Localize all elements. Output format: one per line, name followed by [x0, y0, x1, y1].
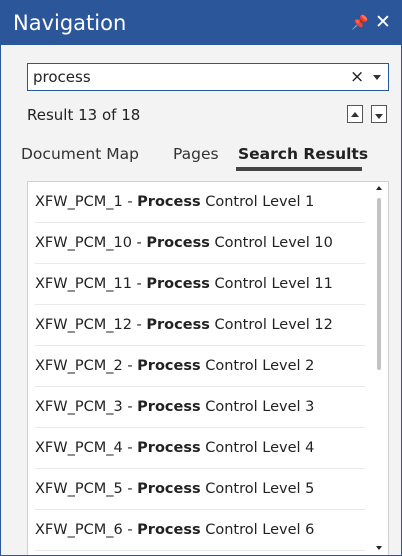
- result-prefix: XFW_PCM_12 -: [35, 317, 147, 333]
- tab-document-map[interactable]: Document Map: [21, 143, 139, 165]
- result-match: Process: [137, 194, 201, 210]
- search-input[interactable]: [33, 65, 333, 89]
- result-match: Process: [146, 235, 210, 251]
- list-item[interactable]: XFW_PCM_11 - Process Control Level 11: [35, 264, 365, 305]
- tab-search-results[interactable]: Search Results: [238, 143, 368, 165]
- tab-pages[interactable]: Pages: [173, 143, 219, 165]
- list-item[interactable]: XFW_PCM_12 - Process Control Level 12: [35, 305, 365, 346]
- result-suffix: Control Level 11: [209, 276, 333, 292]
- result-match: Process: [137, 399, 201, 415]
- result-suffix: Control Level 5: [200, 481, 315, 497]
- result-counter: Result 13 of 18: [27, 106, 141, 124]
- search-options-button[interactable]: [370, 67, 384, 87]
- list-item[interactable]: XFW_PCM_4 - Process Control Level 4: [35, 428, 365, 469]
- clear-search-icon[interactable]: ×: [350, 66, 364, 88]
- arrow-up-icon: [351, 112, 359, 117]
- scroll-up-arrow[interactable]: [376, 186, 382, 190]
- result-suffix: Control Level 2: [200, 358, 315, 374]
- result-prefix: XFW_PCM_3 -: [35, 399, 138, 415]
- previous-result-button[interactable]: [347, 105, 363, 123]
- result-match: Process: [137, 440, 201, 456]
- title-bar: Navigation 📌 ✕: [1, 1, 401, 45]
- result-suffix: Control Level 6: [200, 522, 315, 538]
- result-match: Process: [137, 358, 201, 374]
- next-result-button[interactable]: [371, 105, 387, 123]
- search-box: ×: [27, 63, 389, 91]
- chevron-down-icon: [373, 75, 381, 80]
- result-suffix: Control Level 12: [209, 317, 333, 333]
- list-item[interactable]: XFW_PCM_6 - Process Control Level 6: [35, 510, 365, 551]
- result-prefix: XFW_PCM_2 -: [35, 358, 138, 374]
- result-prefix: XFW_PCM_11 -: [35, 276, 147, 292]
- close-icon[interactable]: ✕: [375, 11, 391, 33]
- result-prefix: XFW_PCM_1 -: [35, 194, 138, 210]
- search-results-list: XFW_PCM_1 - Process Control Level 1 XFW_…: [27, 181, 389, 555]
- selected-tab-indicator: [236, 167, 362, 171]
- scroll-down-arrow[interactable]: [376, 546, 382, 550]
- arrow-down-icon: [375, 114, 383, 119]
- pane-title: Navigation: [13, 11, 127, 35]
- navigation-pane: Navigation 📌 ✕ × Result 13 of 18 Documen…: [0, 0, 402, 556]
- list-item[interactable]: XFW_PCM_2 - Process Control Level 2: [35, 346, 365, 387]
- result-prefix: XFW_PCM_6 -: [35, 522, 138, 538]
- result-suffix: Control Level 3: [200, 399, 315, 415]
- result-match: Process: [137, 481, 201, 497]
- result-suffix: Control Level 1: [200, 194, 315, 210]
- result-prefix: XFW_PCM_4 -: [35, 440, 138, 456]
- pin-icon[interactable]: 📌: [351, 13, 368, 33]
- result-suffix: Control Level 10: [209, 235, 333, 251]
- result-suffix: Control Level 4: [200, 440, 315, 456]
- result-prefix: XFW_PCM_10 -: [35, 235, 147, 251]
- result-match: Process: [146, 317, 210, 333]
- result-prefix: XFW_PCM_5 -: [35, 481, 138, 497]
- scrollbar-thumb[interactable]: [377, 198, 381, 370]
- list-item[interactable]: XFW_PCM_3 - Process Control Level 3: [35, 387, 365, 428]
- list-item[interactable]: XFW_PCM_10 - Process Control Level 10: [35, 223, 365, 264]
- list-item[interactable]: XFW_PCM_1 - Process Control Level 1: [35, 182, 365, 223]
- result-match: Process: [137, 522, 201, 538]
- result-match: Process: [146, 276, 210, 292]
- list-item[interactable]: XFW_PCM_5 - Process Control Level 5: [35, 469, 365, 510]
